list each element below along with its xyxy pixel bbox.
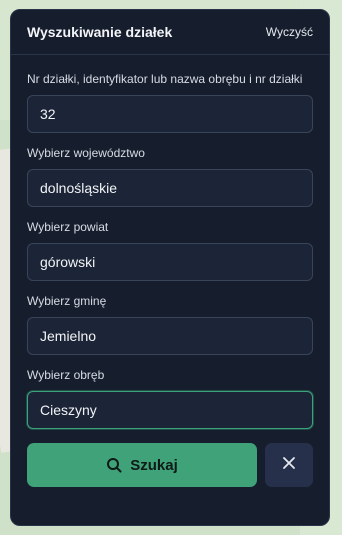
voivodeship-select[interactable]: dolnośląskie: [27, 169, 313, 207]
voivodeship-label: Wybierz województwo: [27, 146, 145, 160]
precinct-label: Wybierz obręb: [27, 368, 105, 382]
precinct-select[interactable]: Cieszyny: [27, 391, 313, 429]
commune-select[interactable]: Jemielno: [27, 317, 313, 355]
commune-field: Wybierz gminę Jemielno: [27, 293, 313, 355]
search-form: Nr działki, identyfikator lub nazwa obrę…: [11, 71, 329, 487]
action-bar: Szukaj: [27, 443, 313, 487]
county-select[interactable]: górowski: [27, 243, 313, 281]
clear-button[interactable]: Wyczyść: [266, 25, 313, 39]
panel-title: Wyszukiwanie działek: [27, 24, 173, 40]
panel-header: Wyszukiwanie działek Wyczyść: [11, 10, 329, 55]
parcel-id-label: Nr działki, identyfikator lub nazwa obrę…: [27, 72, 303, 86]
commune-label: Wybierz gminę: [27, 294, 107, 308]
precinct-field: Wybierz obręb Cieszyny: [27, 367, 313, 429]
search-icon: [106, 457, 122, 473]
close-icon: [282, 456, 296, 475]
parcel-search-panel: Wyszukiwanie działek Wyczyść Nr działki,…: [10, 9, 330, 526]
county-field: Wybierz powiat górowski: [27, 219, 313, 281]
voivodeship-field: Wybierz województwo dolnośląskie: [27, 145, 313, 207]
parcel-id-field: Nr działki, identyfikator lub nazwa obrę…: [27, 71, 313, 133]
close-button[interactable]: [265, 443, 313, 487]
search-button[interactable]: Szukaj: [27, 443, 257, 487]
parcel-id-input[interactable]: 32: [27, 95, 313, 133]
county-label: Wybierz powiat: [27, 220, 109, 234]
search-button-label: Szukaj: [130, 456, 178, 474]
